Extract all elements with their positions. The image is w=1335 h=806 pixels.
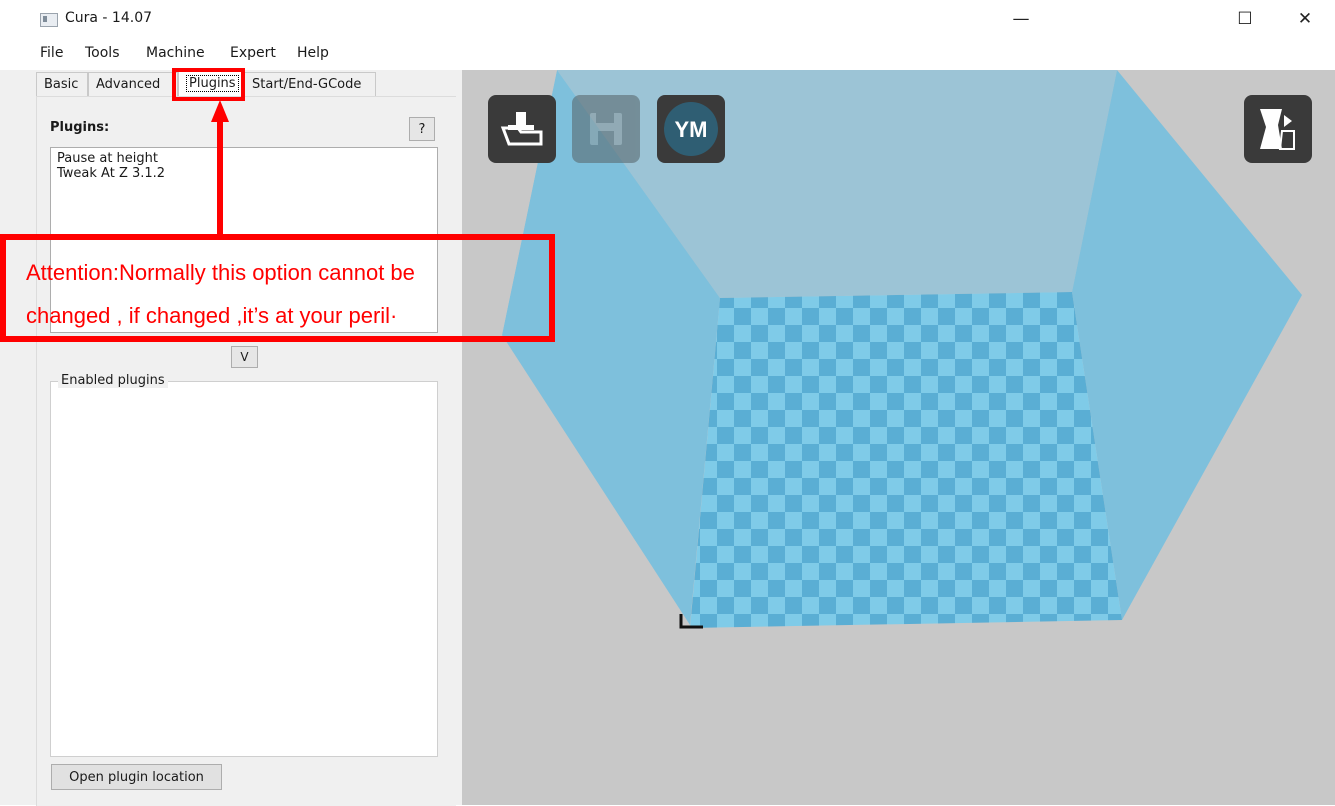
- add-plugin-button[interactable]: V: [231, 346, 258, 368]
- window-title: Cura - 14.07: [65, 10, 153, 26]
- annotation-arrow: [211, 100, 229, 234]
- highlight-box: [172, 68, 245, 101]
- save-icon: [590, 113, 622, 145]
- enabled-plugins-label: Enabled plugins: [58, 373, 168, 388]
- menu-expert[interactable]: Expert: [230, 45, 276, 61]
- maximize-button[interactable]: ☐: [1223, 4, 1267, 34]
- youmagine-icon: YM: [664, 102, 718, 156]
- menu-help[interactable]: Help: [297, 45, 329, 61]
- plugins-label: Plugins:: [50, 120, 110, 135]
- title-bar: Cura - 14.07 — ☐ ✕: [0, 0, 1335, 38]
- load-icon: [500, 112, 543, 146]
- close-button[interactable]: ✕: [1283, 4, 1327, 34]
- youmagine-label: YM: [675, 117, 708, 142]
- tab-advanced[interactable]: Advanced: [88, 72, 178, 96]
- youmagine-button[interactable]: YM: [657, 95, 725, 163]
- enabled-plugins-list[interactable]: [50, 381, 438, 757]
- annotation-text-line2: changed , if changed ,it’s at your peril…: [26, 303, 398, 328]
- plugin-list-item[interactable]: Pause at height: [57, 151, 431, 166]
- build-plate: [690, 292, 1122, 628]
- menu-machine[interactable]: Machine: [146, 45, 205, 61]
- build-volume-scene: [462, 70, 1302, 629]
- view-mode-icon: [1260, 109, 1295, 150]
- open-plugin-location-button[interactable]: Open plugin location: [51, 764, 222, 790]
- view-mode-button[interactable]: [1244, 95, 1312, 163]
- tab-basic[interactable]: Basic: [36, 72, 88, 96]
- save-gcode-button[interactable]: [572, 95, 640, 163]
- annotation-text-line1: Attention:Normally this option cannot be: [26, 260, 415, 285]
- tab-start-end-gcode[interactable]: Start/End-GCode: [244, 72, 376, 96]
- menu-file[interactable]: File: [40, 45, 63, 61]
- load-model-button[interactable]: [488, 95, 556, 163]
- 3d-viewport[interactable]: YM: [462, 70, 1335, 805]
- app-icon: [40, 13, 58, 27]
- minimize-button[interactable]: —: [999, 4, 1043, 34]
- menu-tools[interactable]: Tools: [85, 45, 120, 61]
- help-button[interactable]: ?: [409, 117, 435, 141]
- plugin-list-item[interactable]: Tweak At Z 3.1.2: [57, 166, 431, 181]
